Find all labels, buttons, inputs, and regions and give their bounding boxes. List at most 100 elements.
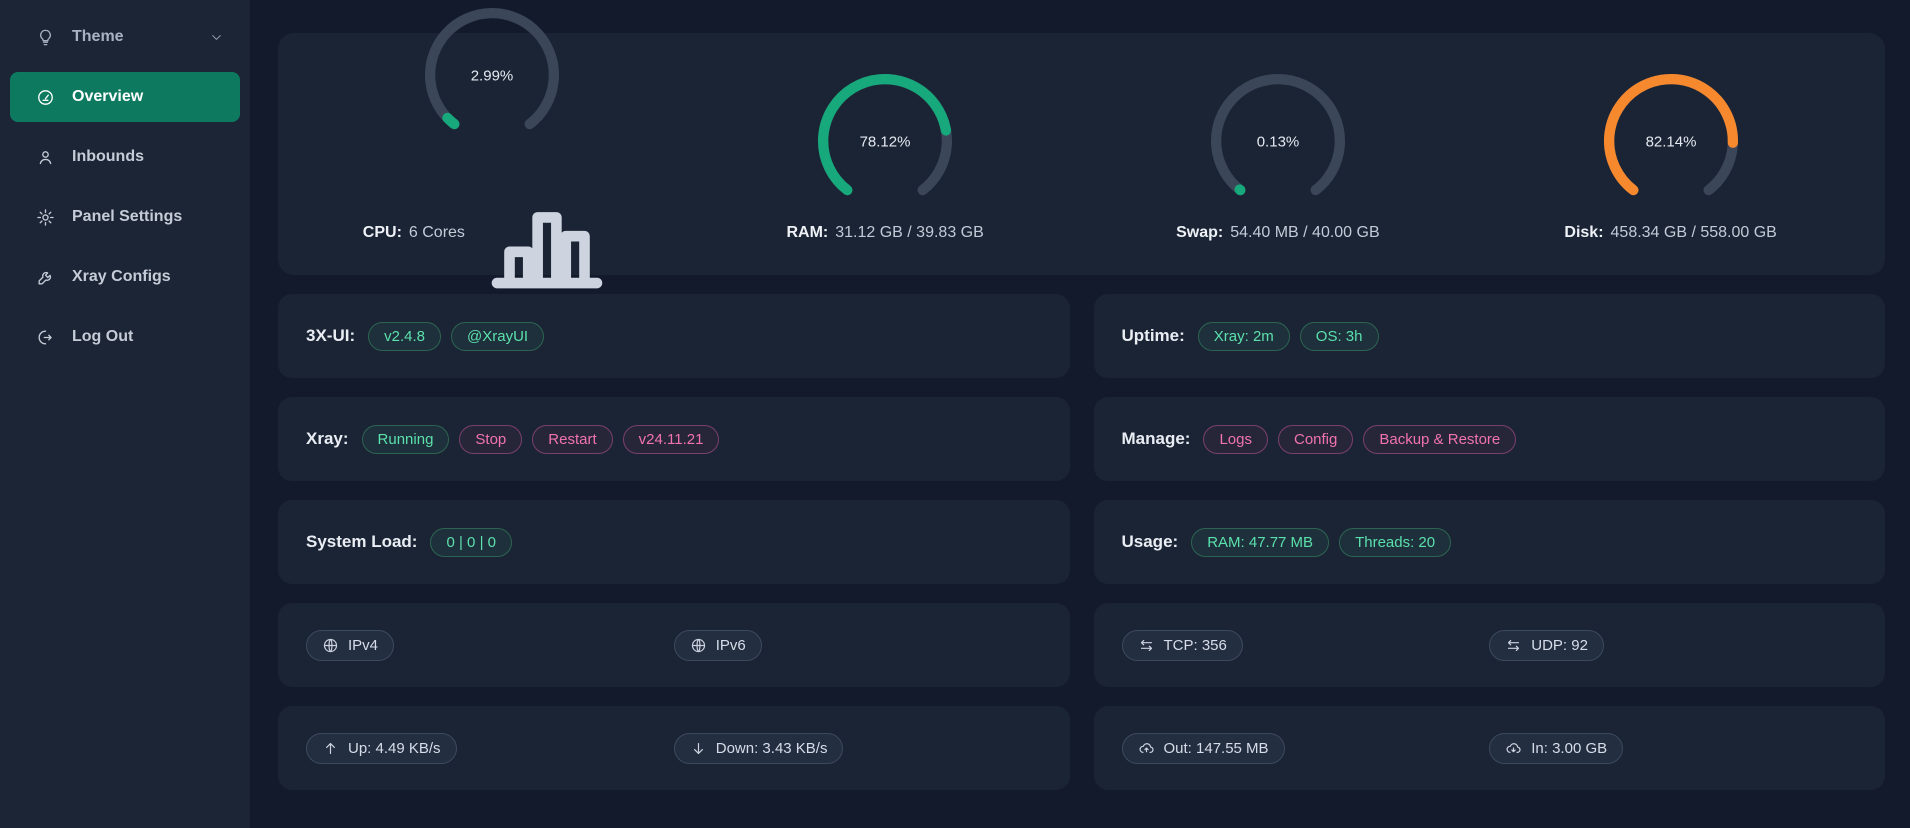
upload-speed: Up: 4.49 KB/s	[348, 740, 441, 757]
system-load-badge: 0 | 0 | 0	[430, 528, 512, 557]
xui-title: 3X-UI:	[306, 326, 355, 346]
person-icon	[36, 148, 55, 167]
xray-restart-button[interactable]: Restart	[532, 425, 612, 454]
system-load-title: System Load:	[306, 532, 417, 552]
svg-text:82.14%: 82.14%	[1645, 134, 1696, 151]
usage-ram-badge: RAM: 47.77 MB	[1191, 528, 1329, 557]
ipv6-tag[interactable]: IPv6	[674, 630, 762, 661]
sidebar-item-xray-configs[interactable]: Xray Configs	[10, 252, 240, 302]
swap-gauge: 0.13% Swap: 54.40 MB / 40.00 GB	[1082, 66, 1475, 242]
globe-icon	[322, 637, 339, 654]
globe-icon	[690, 637, 707, 654]
download-speed: Down: 3.43 KB/s	[716, 740, 828, 757]
cloud-download-icon	[1505, 740, 1522, 757]
xray-version-badge[interactable]: v24.11.21	[623, 425, 720, 454]
speed-card: Up: 4.49 KB/s Down: 3.43 KB/s	[278, 706, 1070, 790]
manage-card: Manage: Logs Config Backup & Restore	[1094, 397, 1886, 481]
theme-label: Theme	[72, 28, 124, 46]
tcp-count: TCP: 356	[1164, 637, 1227, 654]
sidebar-item-overview[interactable]: Overview	[10, 72, 240, 122]
bar-chart-icon[interactable]	[472, 158, 622, 308]
udp-count: UDP: 92	[1531, 637, 1588, 654]
uptime-xray-badge: Xray: 2m	[1198, 322, 1290, 351]
logs-button[interactable]: Logs	[1203, 425, 1268, 454]
system-load-card: System Load: 0 | 0 | 0	[278, 500, 1070, 584]
disk-title: Disk:	[1564, 224, 1603, 242]
swap-arrows-icon	[1505, 637, 1522, 654]
tcp-tag: TCP: 356	[1122, 630, 1243, 661]
swap-gauge-arc: 0.13%	[1203, 66, 1353, 216]
lightbulb-icon	[36, 28, 55, 47]
sidebar-item-inbounds[interactable]: Inbounds	[10, 132, 240, 182]
svg-text:0.13%: 0.13%	[1257, 134, 1300, 151]
disk-label: Disk: 458.34 GB / 558.00 GB	[1564, 224, 1776, 242]
uptime-os-badge: OS: 3h	[1300, 322, 1379, 351]
dashboard-icon	[36, 88, 55, 107]
uptime-title: Uptime:	[1122, 326, 1185, 346]
traffic-out: Out: 147.55 MB	[1164, 740, 1269, 757]
disk-detail: 458.34 GB / 558.00 GB	[1611, 224, 1777, 242]
theme-menu[interactable]: Theme	[10, 12, 240, 62]
cpu-gauge: 2.99% CPU: 6 Cores	[296, 0, 689, 308]
sidebar-item-label: Log Out	[72, 328, 133, 346]
cpu-gauge-arc: 2.99%	[417, 0, 567, 150]
traffic-out-tag: Out: 147.55 MB	[1122, 733, 1285, 764]
wrench-icon	[36, 268, 55, 287]
logout-icon	[36, 328, 55, 347]
uptime-card: Uptime: Xray: 2m OS: 3h	[1094, 294, 1886, 378]
info-rows: 3X-UI: v2.4.8 @XrayUI Uptime: Xray: 2m O…	[278, 294, 1885, 790]
xui-version-badge: v2.4.8	[368, 322, 441, 351]
ipv4-tag[interactable]: IPv4	[306, 630, 394, 661]
chevron-down-icon[interactable]	[209, 30, 224, 45]
ram-detail: 31.12 GB / 39.83 GB	[835, 224, 984, 242]
gear-icon	[36, 208, 55, 227]
arrow-down-icon	[690, 740, 707, 757]
xui-card: 3X-UI: v2.4.8 @XrayUI	[278, 294, 1070, 378]
system-stats-card: 2.99% CPU: 6 Cores 78.12% RAM: 31.12 GB …	[278, 33, 1885, 275]
swap-label: Swap: 54.40 MB / 40.00 GB	[1176, 224, 1380, 242]
traffic-in: In: 3.00 GB	[1531, 740, 1607, 757]
sidebar-item-label: Xray Configs	[72, 268, 171, 286]
ram-title: RAM:	[786, 224, 828, 242]
cpu-detail: 6 Cores	[409, 224, 465, 242]
sidebar-item-log-out[interactable]: Log Out	[10, 312, 240, 362]
xray-card: Xray: Running Stop Restart v24.11.21	[278, 397, 1070, 481]
download-speed-tag: Down: 3.43 KB/s	[674, 733, 844, 764]
cpu-label: CPU: 6 Cores	[363, 158, 622, 308]
cpu-title: CPU:	[363, 224, 402, 242]
xray-status-badge: Running	[362, 425, 450, 454]
xray-stop-button[interactable]: Stop	[459, 425, 522, 454]
xui-telegram-badge[interactable]: @XrayUI	[451, 322, 544, 351]
upload-speed-tag: Up: 4.49 KB/s	[306, 733, 457, 764]
traffic-card: Out: 147.55 MB In: 3.00 GB	[1094, 706, 1886, 790]
swap-arrows-icon	[1138, 637, 1155, 654]
connections-card: TCP: 356 UDP: 92	[1094, 603, 1886, 687]
usage-title: Usage:	[1122, 532, 1179, 552]
arrow-up-icon	[322, 740, 339, 757]
traffic-in-tag: In: 3.00 GB	[1489, 733, 1623, 764]
sidebar-item-label: Panel Settings	[72, 208, 182, 226]
disk-gauge-arc: 82.14%	[1596, 66, 1746, 216]
ram-gauge-arc: 78.12%	[810, 66, 960, 216]
sidebar-item-label: Inbounds	[72, 148, 144, 166]
swap-title: Swap:	[1176, 224, 1223, 242]
cloud-upload-icon	[1138, 740, 1155, 757]
backup-restore-button[interactable]: Backup & Restore	[1363, 425, 1516, 454]
swap-detail: 54.40 MB / 40.00 GB	[1230, 224, 1379, 242]
disk-gauge: 82.14% Disk: 458.34 GB / 558.00 GB	[1474, 66, 1867, 242]
main-content: 2.99% CPU: 6 Cores 78.12% RAM: 31.12 GB …	[250, 0, 1910, 828]
svg-text:78.12%: 78.12%	[860, 134, 911, 151]
config-button[interactable]: Config	[1278, 425, 1353, 454]
xray-title: Xray:	[306, 429, 349, 449]
sidebar: Theme Overview Inbounds Panel Settings X…	[0, 0, 250, 828]
svg-text:2.99%: 2.99%	[471, 68, 514, 85]
ip-card: IPv4 IPv6	[278, 603, 1070, 687]
usage-threads-badge: Threads: 20	[1339, 528, 1451, 557]
ipv6-label: IPv6	[716, 637, 746, 654]
usage-card: Usage: RAM: 47.77 MB Threads: 20	[1094, 500, 1886, 584]
udp-tag: UDP: 92	[1489, 630, 1604, 661]
ram-label: RAM: 31.12 GB / 39.83 GB	[786, 224, 983, 242]
ipv4-label: IPv4	[348, 637, 378, 654]
sidebar-item-panel-settings[interactable]: Panel Settings	[10, 192, 240, 242]
manage-title: Manage:	[1122, 429, 1191, 449]
